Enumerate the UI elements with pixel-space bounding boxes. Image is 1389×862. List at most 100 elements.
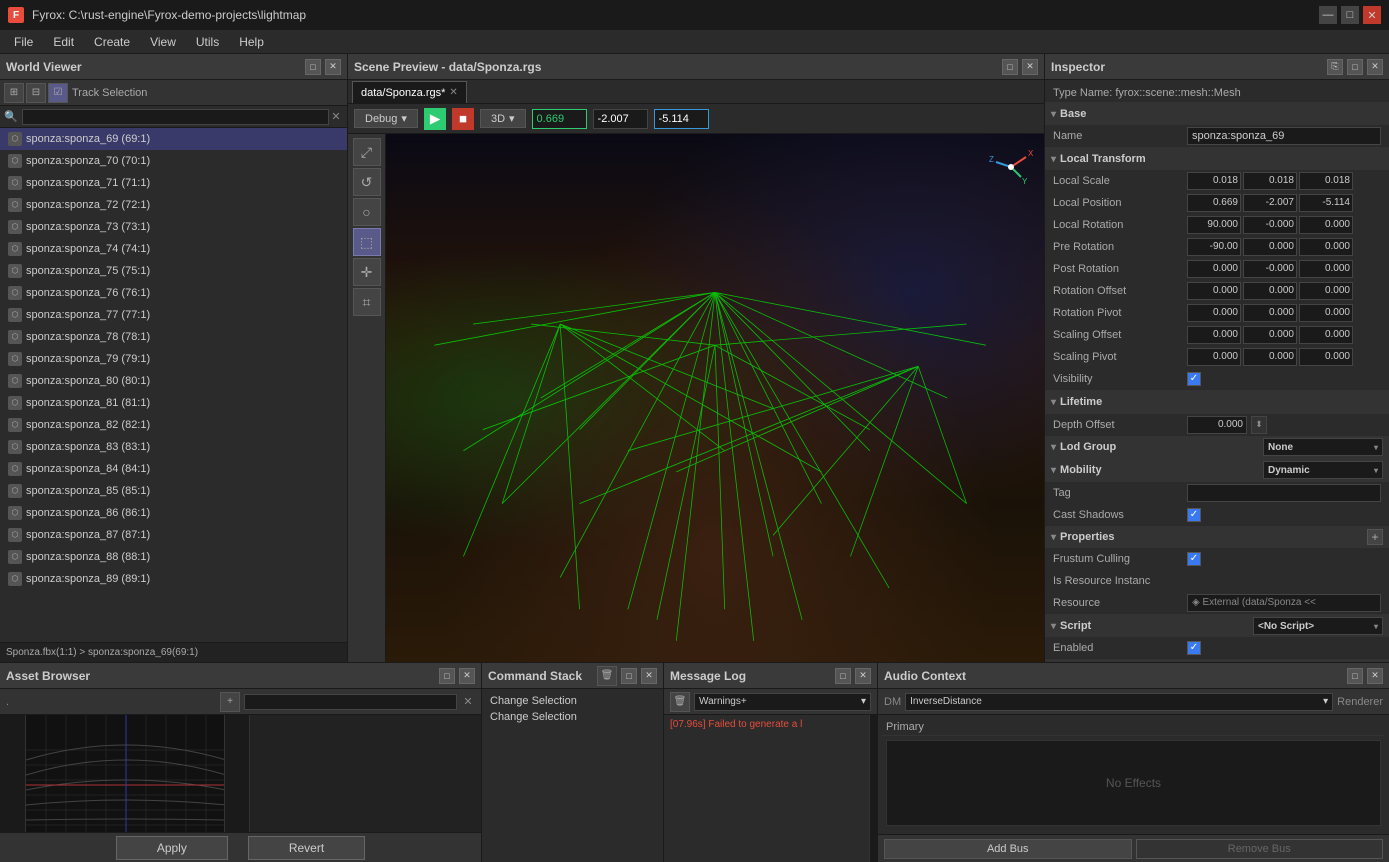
translate-tool-button[interactable]: ✛ — [353, 258, 381, 286]
world-item-12[interactable]: ⬡ sponza:sponza_81 (81:1) — [0, 392, 347, 414]
apply-button[interactable]: Apply — [116, 836, 228, 860]
properties-header[interactable]: Properties + — [1045, 526, 1389, 548]
collapse-all-button[interactable]: ⊟ — [26, 83, 46, 103]
lifetime-section-header[interactable]: Lifetime — [1045, 391, 1389, 413]
command-stack-trash[interactable]: 🗑 — [597, 666, 617, 686]
world-item-10[interactable]: ⬡ sponza:sponza_79 (79:1) — [0, 348, 347, 370]
rot-pivot-z[interactable] — [1299, 304, 1353, 322]
tag-input[interactable] — [1187, 484, 1381, 502]
minimize-button[interactable]: — — [1319, 6, 1337, 24]
local-scale-z[interactable] — [1299, 172, 1353, 190]
depth-offset-input[interactable] — [1187, 416, 1247, 434]
lod-group-dropdown[interactable]: None — [1263, 438, 1383, 456]
script-header[interactable]: Script <No Script> — [1045, 615, 1389, 637]
rot-offset-x[interactable] — [1187, 282, 1241, 300]
world-item-3[interactable]: ⬡ sponza:sponza_72 (72:1) — [0, 194, 347, 216]
local-pos-y[interactable] — [1243, 194, 1297, 212]
menu-create[interactable]: Create — [84, 33, 140, 51]
add-bus-button[interactable]: Add Bus — [884, 839, 1132, 859]
local-scale-y[interactable] — [1243, 172, 1297, 190]
rot-offset-y[interactable] — [1243, 282, 1297, 300]
asset-search-input[interactable] — [244, 694, 457, 710]
script-dropdown[interactable]: <No Script> — [1253, 617, 1383, 635]
menu-view[interactable]: View — [140, 33, 186, 51]
world-item-14[interactable]: ⬡ sponza:sponza_83 (83:1) — [0, 436, 347, 458]
track-selection-button[interactable]: ☑ — [48, 83, 68, 103]
cast-shadows-checkbox[interactable]: ✓ — [1187, 508, 1201, 522]
inspector-copy-button[interactable]: ⎘ — [1327, 59, 1343, 75]
local-rot-y[interactable] — [1243, 216, 1297, 234]
visibility-checkbox[interactable]: ✓ — [1187, 372, 1201, 386]
message-filter-dropdown[interactable]: Warnings+ ▾ — [694, 693, 871, 711]
world-viewer-close[interactable]: ✕ — [325, 59, 341, 75]
world-item-0[interactable]: ⬡ sponza:sponza_69 (69:1) — [0, 128, 347, 150]
remove-bus-button[interactable]: Remove Bus — [1136, 839, 1384, 859]
command-stack-float[interactable]: □ — [621, 668, 637, 684]
local-rot-z[interactable] — [1299, 216, 1353, 234]
mobility-dropdown[interactable]: Dynamic — [1263, 461, 1383, 479]
rot-pivot-y[interactable] — [1243, 304, 1297, 322]
message-log-float[interactable]: □ — [835, 668, 851, 684]
post-rot-z[interactable] — [1299, 260, 1353, 278]
inspector-close[interactable]: ✕ — [1367, 59, 1383, 75]
play-button[interactable]: ▶ — [424, 108, 446, 130]
world-item-17[interactable]: ⬡ sponza:sponza_86 (86:1) — [0, 502, 347, 524]
world-item-19[interactable]: ⬡ sponza:sponza_88 (88:1) — [0, 546, 347, 568]
rot-offset-z[interactable] — [1299, 282, 1353, 300]
scale-pivot-y[interactable] — [1243, 348, 1297, 366]
world-item-1[interactable]: ⬡ sponza:sponza_70 (70:1) — [0, 150, 347, 172]
world-item-5[interactable]: ⬡ sponza:sponza_74 (74:1) — [0, 238, 347, 260]
world-item-20[interactable]: ⬡ sponza:sponza_89 (89:1) — [0, 568, 347, 590]
post-rot-x[interactable] — [1187, 260, 1241, 278]
pre-rot-y[interactable] — [1243, 238, 1297, 256]
menu-help[interactable]: Help — [229, 33, 274, 51]
world-item-6[interactable]: ⬡ sponza:sponza_75 (75:1) — [0, 260, 347, 282]
coord-z-input[interactable] — [654, 109, 709, 129]
asset-search-clear[interactable]: ✕ — [461, 695, 475, 709]
renderer-dropdown[interactable]: InverseDistance ▾ — [905, 693, 1333, 711]
search-clear-button[interactable]: ✕ — [329, 110, 343, 124]
message-log-trash[interactable]: 🗑 — [670, 692, 690, 712]
command-item-1[interactable]: Change Selection — [486, 709, 659, 725]
world-search-input[interactable] — [22, 109, 329, 125]
menu-utils[interactable]: Utils — [186, 33, 229, 51]
post-rot-y[interactable] — [1243, 260, 1297, 278]
scale-pivot-x[interactable] — [1187, 348, 1241, 366]
scale-offset-y[interactable] — [1243, 326, 1297, 344]
local-scale-x[interactable] — [1187, 172, 1241, 190]
pre-rot-z[interactable] — [1299, 238, 1353, 256]
depth-offset-scroll[interactable]: ⬍ — [1251, 416, 1267, 434]
resource-field[interactable]: ◈ External (data/Sponza << — [1187, 594, 1381, 612]
menu-file[interactable]: File — [4, 33, 43, 51]
audio-context-close[interactable]: ✕ — [1367, 668, 1383, 684]
inspector-float[interactable]: □ — [1347, 59, 1363, 75]
world-item-13[interactable]: ⬡ sponza:sponza_82 (82:1) — [0, 414, 347, 436]
debug-mode-button[interactable]: Debug ▾ — [354, 109, 418, 128]
asset-browser-close[interactable]: ✕ — [459, 668, 475, 684]
mobility-header[interactable]: Mobility Dynamic — [1045, 459, 1389, 481]
scene-preview-close[interactable]: ✕ — [1022, 59, 1038, 75]
scissor-tool-button[interactable]: ⌗ — [353, 288, 381, 316]
message-log-scrollbar[interactable] — [869, 715, 877, 862]
rotate-tool-button[interactable]: ↺ — [353, 168, 381, 196]
command-stack-close[interactable]: ✕ — [641, 668, 657, 684]
world-item-18[interactable]: ⬡ sponza:sponza_87 (87:1) — [0, 524, 347, 546]
scale-pivot-z[interactable] — [1299, 348, 1353, 366]
world-item-2[interactable]: ⬡ sponza:sponza_71 (71:1) — [0, 172, 347, 194]
world-item-16[interactable]: ⬡ sponza:sponza_85 (85:1) — [0, 480, 347, 502]
scene-canvas[interactable]: X Y Z — [386, 134, 1044, 662]
script-enabled-checkbox[interactable]: ✓ — [1187, 641, 1201, 655]
frustum-culling-checkbox[interactable]: ✓ — [1187, 552, 1201, 566]
local-rot-x[interactable] — [1187, 216, 1241, 234]
lod-group-header[interactable]: Lod Group None — [1045, 436, 1389, 458]
world-viewer-float[interactable]: □ — [305, 59, 321, 75]
scale-offset-x[interactable] — [1187, 326, 1241, 344]
revert-button[interactable]: Revert — [248, 836, 365, 860]
scale-tool-button[interactable]: ○ — [353, 198, 381, 226]
local-pos-x[interactable] — [1187, 194, 1241, 212]
select-tool-button[interactable]: ⬚ — [353, 228, 381, 256]
scale-offset-z[interactable] — [1299, 326, 1353, 344]
command-item-0[interactable]: Change Selection — [486, 693, 659, 709]
base-section-header[interactable]: Base — [1045, 103, 1389, 125]
rot-pivot-x[interactable] — [1187, 304, 1241, 322]
